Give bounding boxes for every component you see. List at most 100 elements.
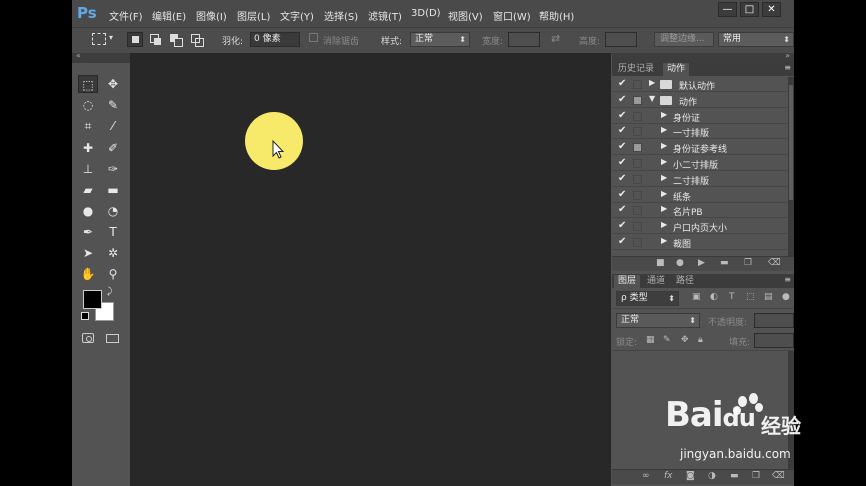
checkmark-icon[interactable]: ✔ [618, 125, 626, 136]
close-button[interactable]: ✕ [762, 2, 781, 17]
collapsed-triangle-icon[interactable]: ▶ [649, 78, 655, 87]
checkmark-icon[interactable]: ✔ [618, 141, 626, 152]
maximize-button[interactable]: □ [740, 2, 759, 17]
delete-icon[interactable]: ⌫ [768, 258, 781, 268]
marquee-preset-icon[interactable] [92, 33, 106, 45]
stop-icon[interactable]: ■ [656, 258, 665, 268]
record-icon[interactable]: ● [676, 258, 684, 268]
checkmark-icon[interactable]: ✔ [618, 189, 626, 200]
blur-icon[interactable]: ● [78, 202, 98, 220]
width-input[interactable] [508, 32, 540, 47]
panel-collapse-bar[interactable]: » [612, 51, 794, 62]
new-layer-icon[interactable]: ❐ [752, 471, 760, 481]
height-input[interactable] [605, 32, 637, 47]
menu-filter[interactable]: 滤镜(T) [368, 8, 402, 23]
lock-position-icon[interactable]: ✥ [681, 335, 689, 345]
opacity-input[interactable] [754, 313, 794, 328]
workspace-dropdown[interactable]: 常用 ⬍ [718, 32, 794, 47]
dialog-toggle-icon[interactable] [633, 127, 642, 137]
group-icon[interactable]: ▬ [730, 471, 739, 481]
eraser-icon[interactable]: ▰ [78, 181, 98, 199]
action-row[interactable]: ✔ ▼ 动作 [612, 93, 788, 108]
rect-marquee-icon[interactable]: ⬚ [78, 75, 98, 93]
feather-input[interactable]: 0 像素 [250, 32, 300, 47]
action-row[interactable]: ✔ ▶ 一寸排版 [612, 124, 788, 140]
screen-mode-icon[interactable] [106, 334, 119, 343]
collapsed-triangle-icon[interactable]: ▶ [661, 204, 667, 213]
dialog-toggle-icon[interactable] [633, 174, 642, 184]
healing-brush-icon[interactable]: ✚ [78, 139, 98, 157]
expanded-triangle-icon[interactable]: ▼ [649, 94, 655, 103]
swap-icon[interactable]: ⇄ [551, 32, 560, 45]
action-row[interactable]: ✔ ▶ 裁图 [612, 235, 788, 250]
lock-pixels-icon[interactable]: ✎ [663, 335, 671, 345]
expand-icon[interactable]: » [785, 51, 790, 60]
dialog-toggle-icon[interactable] [633, 80, 642, 89]
collapsed-triangle-icon[interactable]: ▶ [661, 157, 667, 166]
dialog-toggle-icon[interactable] [633, 238, 642, 247]
crop-icon[interactable]: ⌗ [78, 117, 98, 135]
type-filter-icon[interactable]: T [729, 292, 735, 302]
minimize-button[interactable]: — [718, 2, 737, 17]
checkmark-icon[interactable]: ✔ [618, 236, 626, 247]
collapsed-triangle-icon[interactable]: ▶ [661, 173, 667, 182]
swap-colors-icon[interactable]: ⤸ [107, 287, 112, 297]
adjust-filter-icon[interactable]: ◐ [710, 292, 718, 302]
add-selection-icon[interactable] [148, 32, 164, 47]
new-selection-icon[interactable] [127, 32, 143, 47]
pen-icon[interactable]: ✒ [78, 223, 98, 241]
action-row[interactable]: ✔ ▶ 名片PB [612, 203, 788, 219]
tab-paths[interactable]: 路径 [672, 275, 698, 288]
action-row[interactable]: ✔ ▶ 纸条 [612, 188, 788, 203]
action-row[interactable]: ✔ ▶ 二寸排版 [612, 172, 788, 187]
menu-window[interactable]: 窗口(W) [493, 8, 531, 23]
checkmark-icon[interactable]: ✔ [618, 220, 626, 231]
shape-icon[interactable]: ✲ [103, 244, 123, 262]
lasso-icon[interactable]: ◌ [78, 96, 98, 114]
action-row[interactable]: ✔ ▶ 身份证参考线 [612, 140, 788, 156]
layer-filter-dropdown[interactable]: ρ 类型 ⬍ [616, 291, 679, 306]
checkmark-icon[interactable]: ✔ [618, 204, 626, 215]
panel-menu-icon[interactable]: ≡ [784, 63, 791, 72]
history-brush-icon[interactable]: ✑ [103, 160, 123, 178]
preset-arrow-icon[interactable]: ▾ [109, 33, 113, 42]
collapsed-triangle-icon[interactable]: ▶ [661, 125, 667, 134]
checkmark-icon[interactable]: ✔ [618, 94, 626, 105]
collapsed-triangle-icon[interactable]: ▶ [661, 236, 667, 245]
dialog-toggle-icon[interactable] [633, 206, 642, 216]
subtract-selection-icon[interactable] [168, 32, 184, 47]
toolbox-grip[interactable]: « [72, 51, 130, 63]
dialog-toggle-icon[interactable] [633, 95, 642, 105]
adjustment-icon[interactable]: ◑ [708, 471, 716, 481]
dialog-toggle-icon[interactable] [633, 111, 642, 121]
menu-image[interactable]: 图像(I) [196, 8, 227, 23]
pixel-filter-icon[interactable]: ▣ [692, 292, 701, 302]
dialog-toggle-icon[interactable] [633, 190, 642, 200]
style-dropdown[interactable]: 正常 ⬍ [410, 32, 470, 47]
dialog-toggle-icon[interactable] [633, 159, 642, 168]
actions-scrollbar[interactable] [788, 77, 794, 257]
stamp-icon[interactable]: ⊥ [78, 160, 98, 178]
quick-select-icon[interactable]: ✎ [103, 96, 123, 114]
new-set-icon[interactable]: ▬ [720, 258, 729, 268]
checkmark-icon[interactable]: ✔ [618, 173, 626, 184]
eyedropper-icon[interactable]: ⁄ [103, 117, 123, 135]
move-icon[interactable]: ✥ [103, 75, 123, 93]
menu-file[interactable]: 文件(F) [109, 8, 143, 23]
action-row[interactable]: ✔ ▶ 小二寸排版 [612, 156, 788, 171]
menu-type[interactable]: 文字(Y) [280, 8, 314, 23]
menu-3d[interactable]: 3D(D) [411, 8, 441, 19]
gradient-icon[interactable]: ▬ [103, 181, 123, 199]
collapse-icon[interactable]: « [76, 51, 81, 60]
fill-input[interactable] [754, 333, 794, 348]
tab-layers[interactable]: 图层 [614, 275, 641, 288]
lock-all-icon[interactable]: 🔒︎ [698, 335, 703, 345]
fx-icon[interactable]: fx [664, 471, 673, 481]
panel-menu-icon[interactable]: ≡ [784, 275, 791, 284]
default-colors-icon[interactable] [81, 312, 89, 320]
tab-actions[interactable]: 动作 [663, 63, 690, 76]
checkmark-icon[interactable]: ✔ [618, 157, 626, 168]
filter-toggle-icon[interactable]: ● [782, 292, 790, 302]
new-action-icon[interactable]: ❐ [744, 258, 752, 268]
menu-layer[interactable]: 图层(L) [237, 8, 270, 23]
